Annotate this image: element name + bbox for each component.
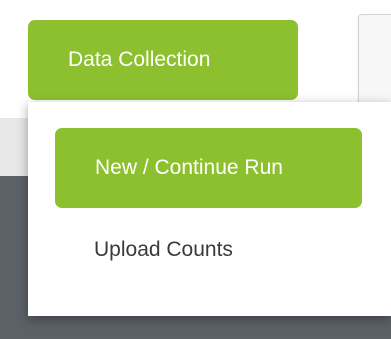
menu-item-label: Upload Counts	[94, 238, 233, 261]
menu-item-upload-counts[interactable]: Upload Counts	[55, 210, 362, 290]
menu-item-new-continue-run[interactable]: New / Continue Run	[55, 128, 362, 208]
data-collection-tab-button[interactable]: Data Collection	[28, 20, 298, 100]
data-collection-dropdown-menu: New / Continue Run Upload Counts	[28, 102, 391, 316]
menu-item-label: New / Continue Run	[95, 156, 283, 179]
app-screen: Data Collection New / Continue Run Uploa…	[0, 0, 391, 339]
data-collection-tab-label: Data Collection	[68, 48, 211, 71]
